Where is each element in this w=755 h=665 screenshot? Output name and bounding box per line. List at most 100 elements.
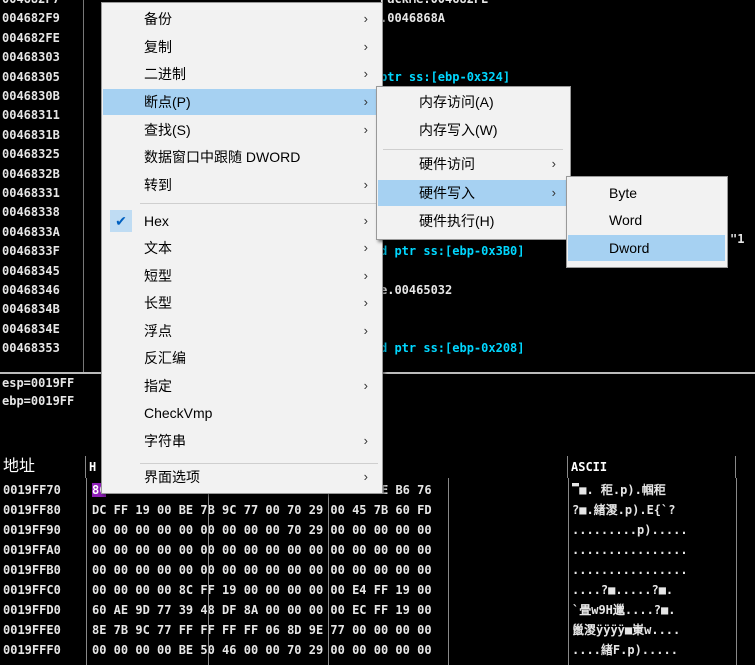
menu-item-context_menu-10[interactable]: 长型 › bbox=[103, 290, 380, 316]
disasm-address: 004682FE bbox=[2, 30, 60, 45]
disasm-address: 00468325 bbox=[2, 147, 60, 162]
menu-item-breakpoint_menu-2[interactable]: 硬件访问 › bbox=[378, 151, 568, 177]
menu-item-label: 长型 bbox=[144, 295, 172, 311]
menu-item-label: 硬件写入 bbox=[419, 185, 475, 201]
dump-row-ascii: .........p)..... bbox=[572, 523, 688, 537]
menu-item-context_menu-1[interactable]: 复制 › bbox=[103, 34, 380, 60]
hardware-write-submenu: Byte Word Dword bbox=[566, 176, 728, 268]
menu-item-label: 短型 bbox=[144, 268, 172, 284]
menu-item-hw_write_menu-2[interactable]: Dword bbox=[568, 235, 725, 261]
menu-item-hw_write_menu-1[interactable]: Word bbox=[568, 207, 725, 233]
chevron-right-icon: › bbox=[363, 66, 368, 81]
menu-item-label: 断点(P) bbox=[144, 94, 191, 110]
dump-row-hex: 00 00 00 00 00 00 00 00 00 00 00 00 00 0… bbox=[92, 563, 432, 577]
menu-item-label: Byte bbox=[609, 185, 638, 201]
menu-item-breakpoint_menu-0[interactable]: 内存访问(A) bbox=[378, 89, 568, 115]
menu-item-context_menu-5[interactable]: 数据窗口中跟随 DWORD bbox=[103, 144, 380, 170]
dump-row[interactable]: 0019FF90 00 00 00 00 00 00 00 00 00 70 29… bbox=[0, 522, 755, 539]
chevron-right-icon: › bbox=[363, 378, 368, 393]
menu-item-context_menu-13[interactable]: 指定 › bbox=[103, 373, 380, 399]
menu-item-context_menu-3[interactable]: 断点(P) › bbox=[103, 89, 380, 115]
chevron-right-icon: › bbox=[363, 39, 368, 54]
menu-item-breakpoint_menu-1[interactable]: 内存写入(W) bbox=[378, 117, 568, 143]
menu-item-context_menu-4[interactable]: 查找(S) › bbox=[103, 117, 380, 143]
chevron-right-icon: › bbox=[363, 469, 368, 484]
disasm-address: 00468345 bbox=[2, 263, 60, 278]
dump-row-address: 0019FF70 bbox=[3, 483, 61, 497]
menu-item-context_menu-8[interactable]: 文本 › bbox=[103, 235, 380, 261]
dump-row-address: 0019FFC0 bbox=[3, 583, 61, 597]
disasm-address: 00468346 bbox=[2, 283, 60, 297]
dump-row[interactable]: 0019FFF0 00 00 00 00 BE 50 46 00 00 70 29… bbox=[0, 642, 755, 659]
dump-row-hex: 00 00 00 00 8C FF 19 00 00 00 00 00 E4 F… bbox=[92, 583, 432, 597]
menu-item-context_menu-6[interactable]: 转到 › bbox=[103, 172, 380, 198]
dump-row-address: 0019FFF0 bbox=[3, 643, 61, 657]
menu-item-label: Dword bbox=[609, 240, 650, 256]
chevron-right-icon: › bbox=[551, 185, 556, 200]
dump-row[interactable]: 0019FFD0 60 AE 9D 77 39 48 DF 8A 00 00 00… bbox=[0, 602, 755, 619]
breakpoint-submenu: 内存访问(A) 内存写入(W) 硬件访问 › 硬件写入 › 硬件执行(H) bbox=[376, 86, 571, 240]
menu-item-context_menu-16[interactable]: 界面选项 › bbox=[103, 464, 380, 490]
disasm-address: 00468353 bbox=[2, 341, 60, 356]
disasm-address: 0046834B bbox=[2, 302, 60, 317]
dump-row[interactable]: 0019FFA0 00 00 00 00 00 00 00 00 00 00 00… bbox=[0, 542, 755, 559]
dump-row-ascii: ▆■. 秬.p).帼秬 bbox=[572, 482, 666, 499]
dump-divider-1 bbox=[86, 478, 87, 665]
menu-item-context_menu-15[interactable]: 字符串 › bbox=[103, 428, 380, 454]
dump-header-ascii[interactable]: ASCII bbox=[568, 456, 736, 478]
menu-item-context_menu-0[interactable]: 备份 › bbox=[103, 6, 380, 32]
menu-item-label: 硬件执行(H) bbox=[419, 213, 495, 229]
checkmark-icon: ✔ bbox=[110, 210, 132, 232]
menu-item-context_menu-12[interactable]: 反汇编 bbox=[103, 345, 380, 371]
menu-item-context_menu-11[interactable]: 浮点 › bbox=[103, 318, 380, 344]
dump-row-hex: 00 00 00 00 BE 50 46 00 00 70 29 00 00 0… bbox=[92, 643, 432, 657]
menu-item-breakpoint_menu-3[interactable]: 硬件写入 › bbox=[378, 180, 568, 206]
dump-row-address: 0019FFD0 bbox=[3, 603, 61, 617]
disasm-instruction-text: PackMe.004682FE bbox=[380, 0, 488, 8]
menu-item-hw_write_menu-0[interactable]: Byte bbox=[568, 180, 725, 206]
dump-row[interactable]: 0019FF80 DC FF 19 00 BE 7B 9C 77 00 70 29… bbox=[0, 502, 755, 519]
dump-row-address: 0019FF80 bbox=[3, 503, 61, 517]
chevron-right-icon: › bbox=[363, 177, 368, 192]
disasm-address: 004682F9 bbox=[2, 11, 60, 26]
right-edge-text: "1 bbox=[730, 232, 745, 246]
dump-row-ascii: ................ bbox=[572, 543, 688, 557]
menu-item-breakpoint_menu-4[interactable]: 硬件执行(H) bbox=[378, 208, 568, 234]
chevron-right-icon: › bbox=[363, 11, 368, 26]
dump-row-ascii: 巤溭ÿÿÿÿ■崬w.... bbox=[572, 623, 681, 637]
dump-row-ascii: ....緖F.p)..... bbox=[572, 643, 678, 657]
menu-item-label: 反汇编 bbox=[144, 350, 186, 366]
disasm-instruction-text: ptr ss:[ebp-0x324] bbox=[380, 69, 511, 84]
chevron-right-icon: › bbox=[551, 156, 556, 171]
dump-ascii-rest: ■. 秬.p).帼秬 bbox=[579, 483, 666, 497]
dump-row[interactable]: 0019FFB0 00 00 00 00 00 00 00 00 00 00 00… bbox=[0, 562, 755, 579]
menu-item-context_menu-14[interactable]: CheckVmp bbox=[103, 400, 380, 426]
menu-item-label: 界面选项 bbox=[144, 469, 200, 485]
menu-item-context_menu-7[interactable]: ✔ Hex › bbox=[103, 208, 380, 234]
dump-row[interactable]: 0019FFE0 8E 7B 9C 77 FF FF FF FF 06 8D 9E… bbox=[0, 622, 755, 639]
menu-item-context_menu-9[interactable]: 短型 › bbox=[103, 263, 380, 289]
menu-item-label: 硬件访问 bbox=[419, 156, 475, 172]
menu-item-label: 转到 bbox=[144, 177, 172, 193]
dump-row-ascii: ....?■.....?■. bbox=[572, 583, 674, 597]
menu-item-context_menu-2[interactable]: 二进制 › bbox=[103, 61, 380, 87]
dump-row-ascii: `畳w9H邋....?■. bbox=[572, 603, 676, 617]
dump-row-address: 0019FFA0 bbox=[3, 543, 61, 557]
context-menu-separator-2 bbox=[140, 463, 378, 464]
chevron-right-icon: › bbox=[363, 240, 368, 255]
disasm-instruction-text: e.00465032 bbox=[380, 283, 453, 297]
disasm-address: 00468305 bbox=[2, 69, 60, 84]
dump-divider-3 bbox=[328, 478, 329, 665]
chevron-right-icon: › bbox=[363, 323, 368, 338]
dump-header-address[interactable]: 地址 bbox=[0, 456, 86, 478]
disasm-address: 0046830B bbox=[2, 89, 60, 103]
menu-item-label: 数据窗口中跟随 DWORD bbox=[144, 149, 301, 165]
menu-item-label: 浮点 bbox=[144, 323, 172, 339]
breakpoint-submenu-separator bbox=[383, 149, 563, 150]
dump-row-address: 0019FF90 bbox=[3, 523, 61, 537]
disasm-address: 0046834E bbox=[2, 321, 60, 336]
dump-row[interactable]: 0019FFC0 00 00 00 00 8C FF 19 00 00 00 00… bbox=[0, 582, 755, 599]
dump-row-hex: 00 00 00 00 00 00 00 00 00 00 00 00 00 0… bbox=[92, 543, 432, 557]
menu-item-label: Hex bbox=[144, 213, 169, 229]
disasm-address: 0046831B bbox=[2, 127, 60, 142]
